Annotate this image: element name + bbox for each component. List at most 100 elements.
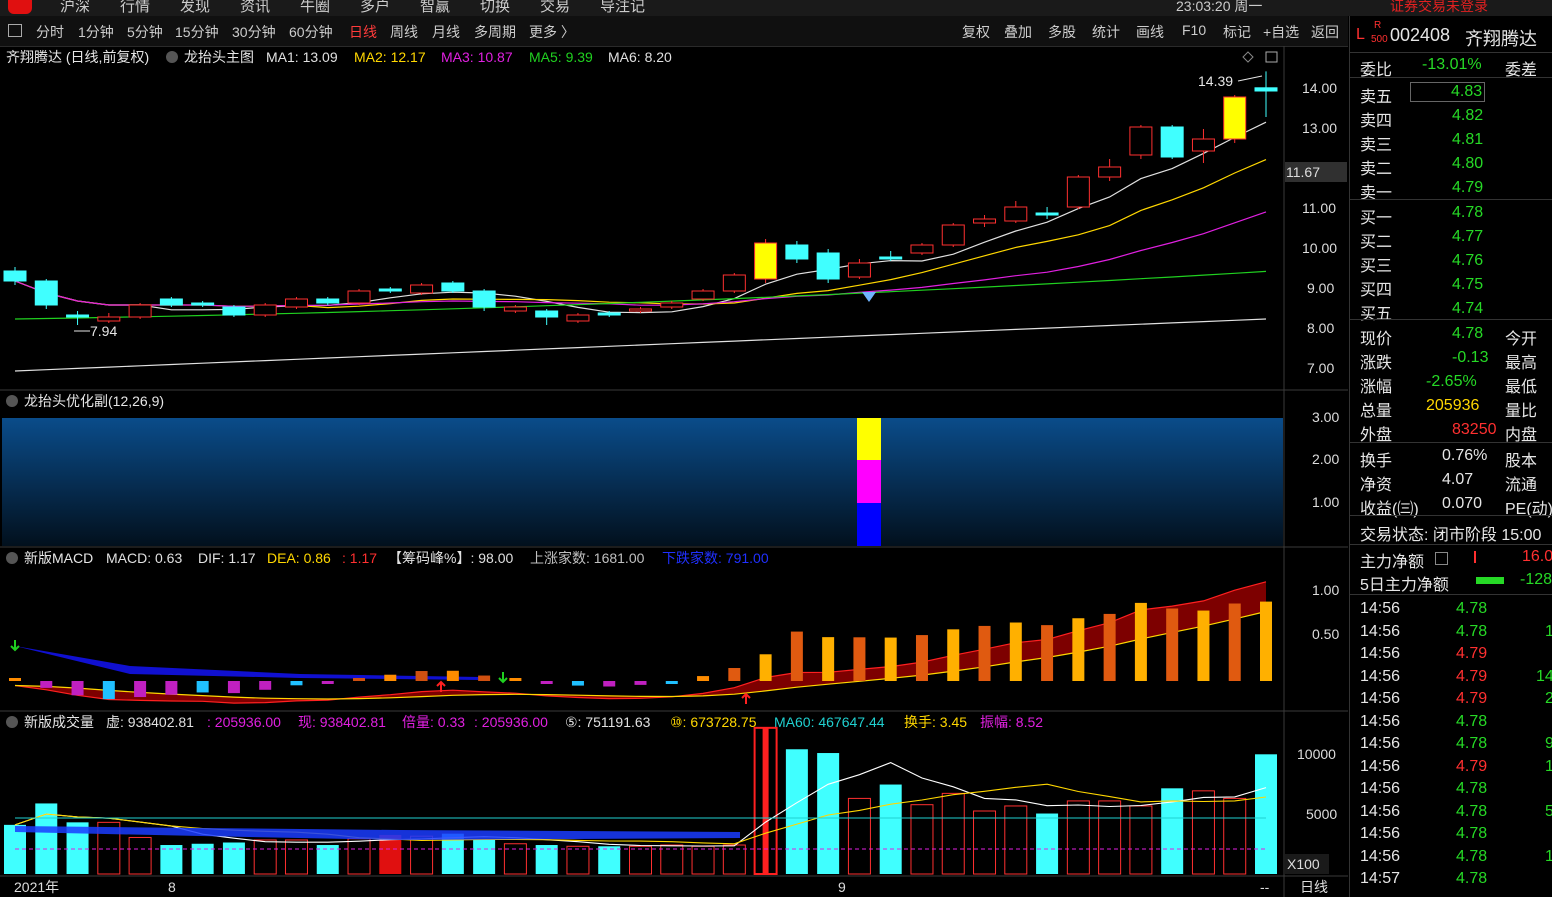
volume-plot — [4, 726, 1277, 876]
ma6-line — [14, 318, 1267, 372]
nav-item-hangqing[interactable]: 行情 — [120, 0, 150, 16]
tick-vol: 1 — [1545, 758, 1552, 776]
period-1min[interactable]: 1分钟 — [78, 22, 114, 42]
macd-fill-blue — [15, 646, 480, 680]
nav-item-niuquan[interactable]: 牛圈 — [300, 0, 330, 16]
nav-item-qiehuan[interactable]: 切换 — [480, 0, 510, 16]
main-net-bar — [1474, 551, 1476, 563]
chart-area[interactable]: 齐翔腾达 (日线,前复权) 龙抬头主图 MA1: 13.09 MA2: 12.1… — [0, 46, 1348, 897]
xaxis-month-9: 9 — [838, 879, 846, 895]
signal-bar-blue — [857, 503, 881, 546]
indicator-settings-icon[interactable] — [166, 51, 178, 63]
macd-bar — [634, 681, 647, 685]
tool-fuquan[interactable]: 复权 — [962, 22, 990, 42]
candle-body — [597, 312, 621, 316]
tick-price: 4.79 — [1456, 667, 1488, 685]
ask-label: 卖二 — [1360, 161, 1393, 178]
stat-label: 涨幅 — [1360, 379, 1393, 396]
candle-body — [722, 274, 746, 292]
period-15min[interactable]: 15分钟 — [175, 22, 219, 42]
tick-time: 14:56 — [1360, 847, 1401, 865]
stat-right-label: 最高 — [1505, 355, 1538, 372]
nav-item-zhiying[interactable]: 智赢 — [420, 0, 450, 16]
sub1-settings-icon[interactable] — [6, 395, 18, 407]
stat-right-label: 今开 — [1505, 331, 1538, 348]
volume-bar — [253, 839, 277, 875]
tool-add-watchlist[interactable]: +自选 — [1263, 22, 1299, 42]
ask-row: 卖四 4.82 — [1350, 105, 1552, 130]
stat2-right-label: 流通 — [1505, 477, 1538, 494]
macd-bar — [165, 681, 178, 695]
weibi-row: 委比 -13.01% 委差 — [1360, 56, 1538, 79]
tool-back[interactable]: 返回 — [1311, 22, 1339, 42]
chart-svg[interactable]: 齐翔腾达 (日线,前复权) 龙抬头主图 MA1: 13.09 MA2: 12.1… — [0, 46, 1348, 897]
stat-value: 205936 — [1426, 397, 1480, 414]
main-net-icon[interactable] — [1435, 552, 1448, 565]
tick-price: 4.78 — [1456, 735, 1488, 752]
ask-price: 4.79 — [1452, 179, 1484, 196]
volume-band — [15, 826, 740, 840]
macd-ytick: 0.50 — [1312, 626, 1339, 642]
volume-bar — [691, 845, 715, 875]
period-more[interactable]: 更多 〉 — [529, 22, 575, 42]
candle-body — [1254, 87, 1278, 92]
ask-label: 卖三 — [1360, 137, 1393, 154]
volume-bar — [473, 839, 496, 874]
volume-bar — [1191, 790, 1215, 875]
candle-body — [535, 310, 559, 318]
candle-body — [1066, 176, 1090, 208]
period-5min[interactable]: 5分钟 — [127, 22, 163, 42]
layout-toggle-icon[interactable] — [8, 24, 22, 37]
login-status[interactable]: 证券交易未登录 — [1390, 0, 1488, 16]
trade-status: 交易状态: 闭市阶段 15:00 — [1360, 527, 1542, 544]
tick-time: 14:57 — [1360, 870, 1401, 887]
bid-price: 4.77 — [1452, 228, 1484, 245]
tool-tongji[interactable]: 统计 — [1092, 22, 1120, 42]
tool-f10[interactable]: F10 — [1182, 22, 1206, 38]
period-daily[interactable]: 日线 — [349, 22, 377, 42]
period-fenshi[interactable]: 分时 — [36, 22, 64, 42]
macd-settings-icon[interactable] — [6, 552, 18, 564]
quote-header: L R 500 002408 齐翔腾达 — [1350, 20, 1552, 50]
volume-bar — [1004, 805, 1028, 875]
vol-total2: : 205936.00 — [474, 714, 548, 730]
nav-item-jiaoyi[interactable]: 交易 — [540, 0, 570, 16]
tick-row: 14:56 4.78 — [1350, 711, 1552, 735]
volume-bar — [847, 797, 871, 875]
bid-row: 买一 4.78 — [1350, 202, 1552, 227]
candle-body — [66, 314, 90, 318]
period-30min[interactable]: 30分钟 — [232, 22, 276, 42]
tool-duogu[interactable]: 多股 — [1048, 22, 1076, 42]
vol-amplitude: 振幅: 8.52 — [980, 714, 1043, 730]
xaxis-end-marker: -- — [1260, 879, 1270, 895]
macd-bar — [196, 681, 209, 693]
nav-item-hushen[interactable]: 沪深 — [60, 0, 90, 16]
nav-item-zixun[interactable]: 资讯 — [240, 0, 270, 16]
xaxis-period[interactable]: 日线 — [1300, 879, 1328, 895]
period-monthly[interactable]: 月线 — [432, 22, 460, 42]
nav-item-duohu[interactable]: 多户 — [360, 0, 390, 16]
period-60min[interactable]: 60分钟 — [289, 22, 333, 42]
volume-bar — [503, 843, 527, 875]
xaxis-month-8: 8 — [168, 879, 176, 895]
bid-label: 买五 — [1360, 306, 1393, 323]
macd-bar — [822, 637, 835, 681]
tool-biaoji[interactable]: 标记 — [1223, 22, 1251, 42]
diamond-icon[interactable] — [1242, 51, 1254, 63]
ask-row: 卖二 4.80 — [1350, 153, 1552, 178]
period-multi[interactable]: 多周期 — [474, 22, 516, 42]
nav-item-daozhuji[interactable]: 导注记 — [600, 0, 645, 16]
volume-bar — [722, 844, 746, 875]
macd-bar — [1197, 610, 1210, 681]
tool-huaxian[interactable]: 画线 — [1136, 22, 1164, 42]
stat2-label: 净资 — [1360, 477, 1393, 494]
macd-bar — [947, 629, 960, 681]
macd-bar — [884, 637, 897, 681]
volume-settings-icon[interactable] — [6, 716, 18, 728]
ma5-label: MA5: 9.39 — [529, 49, 593, 65]
stat-value: -0.13 — [1452, 349, 1489, 366]
panel-maximize-icon[interactable] — [1265, 51, 1278, 63]
period-weekly[interactable]: 周线 — [390, 22, 418, 42]
tool-diejia[interactable]: 叠加 — [1004, 22, 1032, 42]
nav-item-faxian[interactable]: 发现 — [180, 0, 210, 16]
